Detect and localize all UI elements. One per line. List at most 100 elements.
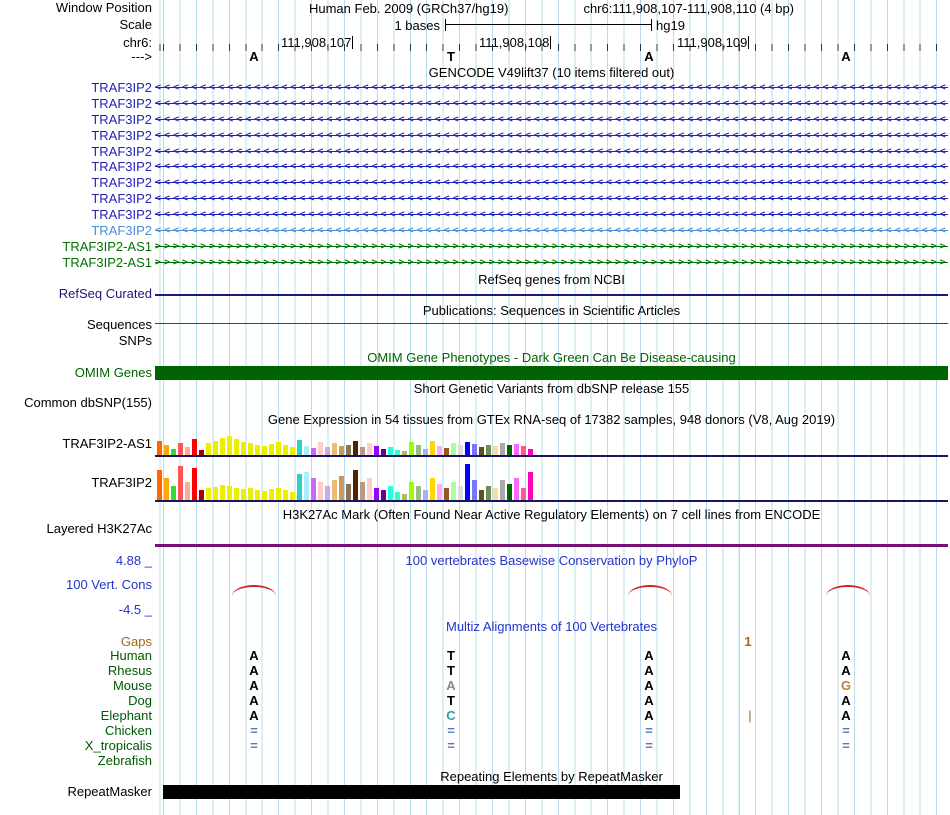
assembly-title: Human Feb. 2009 (GRCh37/hg19) [309,1,508,16]
gtex-track-title: Gene Expression in 54 tissues from GTEx … [155,413,948,427]
track-label-traf3ip2[interactable]: TRAF3IP2 [0,97,152,111]
track-label-traf3ip2[interactable]: TRAF3IP2 [0,81,152,95]
track-label-traf3ip2-as1[interactable]: TRAF3IP2-AS1 [0,256,152,270]
reference-base: A [644,50,653,64]
gencode-track-title: GENCODE V49lift37 (10 items filtered out… [155,66,948,80]
track-label-traf3ip2[interactable]: TRAF3IP2 [0,224,152,238]
gtex-label-traf3ip2-as1[interactable]: TRAF3IP2-AS1 [0,437,152,451]
h3k27ac-track-title: H3K27Ac Mark (Often Found Near Active Re… [155,508,948,522]
align-base: G [841,679,851,693]
reference-base: T [447,50,455,64]
gene-model-traf3ip2[interactable]: <<<<<<<<<<<<<<<<<<<<<<<<<<<<<<<<<<<<<<<<… [155,81,948,95]
gene-model-traf3ip2[interactable]: <<<<<<<<<<<<<<<<<<<<<<<<<<<<<<<<<<<<<<<<… [155,113,948,127]
species-label-rhesus[interactable]: Rhesus [0,664,152,678]
align-base: A [644,649,653,663]
track-label-traf3ip2[interactable]: TRAF3IP2 [0,129,152,143]
gene-model-traf3ip2[interactable]: <<<<<<<<<<<<<<<<<<<<<<<<<<<<<<<<<<<<<<<<… [155,97,948,111]
track-label-traf3ip2[interactable]: TRAF3IP2 [0,113,152,127]
align-base: T [447,649,455,663]
species-label-zebrafish[interactable]: Zebrafish [0,754,152,768]
align-unalignable: = [250,739,258,753]
align-base: A [644,709,653,723]
gene-model-traf3ip2[interactable]: <<<<<<<<<<<<<<<<<<<<<<<<<<<<<<<<<<<<<<<<… [155,129,948,143]
scale-value: 1 bases [388,18,440,33]
refseq-curated-item[interactable] [155,294,948,296]
track-label-refseq-curated[interactable]: RefSeq Curated [0,287,152,301]
align-base: T [447,664,455,678]
window-position-label: Window Position [0,1,152,15]
gap-count: 1 [744,635,751,649]
gene-model-traf3ip2[interactable]: <<<<<<<<<<<<<<<<<<<<<<<<<<<<<<<<<<<<<<<<… [155,145,948,159]
align-base: A [644,694,653,708]
gene-model-traf3ip2[interactable]: <<<<<<<<<<<<<<<<<<<<<<<<<<<<<<<<<<<<<<<<… [155,176,948,190]
ucsc-genome-browser: Window Position Human Feb. 2009 (GRCh37/… [0,0,950,815]
align-unalignable: = [447,739,455,753]
species-label-elephant[interactable]: Elephant [0,709,152,723]
align-base: A [249,649,258,663]
track-label-traf3ip2-as1[interactable]: TRAF3IP2-AS1 [0,240,152,254]
align-base: A [249,709,258,723]
reference-base: A [249,50,258,64]
h3k27ac-signal[interactable] [155,544,948,547]
gtex-bar-chart-traf3ip2[interactable] [157,462,533,500]
track-label-layered-h3k27ac[interactable]: Layered H3K27Ac [0,522,152,536]
align-unalignable: = [447,724,455,738]
align-base: A [841,694,850,708]
track-label-snps[interactable]: SNPs [0,334,152,348]
dbsnp-track-title: Short Genetic Variants from dbSNP releas… [155,382,948,396]
track-label-traf3ip2[interactable]: TRAF3IP2 [0,145,152,159]
gene-model-traf3ip2[interactable]: <<<<<<<<<<<<<<<<<<<<<<<<<<<<<<<<<<<<<<<<… [155,208,948,222]
align-base: T [447,694,455,708]
gene-model-traf3ip2[interactable]: <<<<<<<<<<<<<<<<<<<<<<<<<<<<<<<<<<<<<<<<… [155,160,948,174]
track-label-common-dbsnp[interactable]: Common dbSNP(155) [0,396,152,410]
chrom-label: chr6: [0,36,152,50]
phylop-min-value: -4.5 _ [0,603,152,617]
gene-model-traf3ip2[interactable]: <<<<<<<<<<<<<<<<<<<<<<<<<<<<<<<<<<<<<<<<… [155,192,948,206]
species-label-dog[interactable]: Dog [0,694,152,708]
gtex-label-traf3ip2[interactable]: TRAF3IP2 [0,476,152,490]
omim-gene-item[interactable] [155,366,948,380]
ruler-ticks[interactable] [155,44,948,51]
repeat-element-item[interactable] [163,785,680,799]
track-label-traf3ip2[interactable]: TRAF3IP2 [0,176,152,190]
track-label-omim-genes[interactable]: OMIM Genes [0,366,152,380]
species-label-mouse[interactable]: Mouse [0,679,152,693]
track-label-traf3ip2[interactable]: TRAF3IP2 [0,208,152,222]
species-label-chicken[interactable]: Chicken [0,724,152,738]
reference-base: A [841,50,850,64]
align-base: A [841,664,850,678]
species-label-human[interactable]: Human [0,649,152,663]
multiz-label-gaps[interactable]: Gaps [0,635,152,649]
phylop-max-value: 4.88 _ [0,554,152,568]
track-label-traf3ip2[interactable]: TRAF3IP2 [0,192,152,206]
align-base: A [249,679,258,693]
track-label-sequences[interactable]: Sequences [0,318,152,332]
gene-model-traf3ip2[interactable]: <<<<<<<<<<<<<<<<<<<<<<<<<<<<<<<<<<<<<<<<… [155,224,948,238]
gene-model-traf3ip2-as1[interactable]: >>>>>>>>>>>>>>>>>>>>>>>>>>>>>>>>>>>>>>>>… [155,256,948,270]
scale-assembly: hg19 [656,18,685,33]
phylop-track-title: 100 vertebrates Basewise Conservation by… [155,554,948,568]
publications-track-title: Publications: Sequences in Scientific Ar… [155,304,948,318]
track-label-traf3ip2[interactable]: TRAF3IP2 [0,160,152,174]
align-base: A [841,649,850,663]
align-unalignable: = [645,739,653,753]
align-unalignable: = [842,739,850,753]
strand-direction-label: ---> [0,50,152,64]
multiz-track-title: Multiz Alignments of 100 Vertebrates [155,620,948,634]
refseq-track-title: RefSeq genes from NCBI [155,273,948,287]
scale-label: Scale [0,18,152,32]
gtex-bar-chart-traf3ip2-as1[interactable] [157,431,533,455]
sequences-item[interactable] [155,323,948,324]
align-base: A [644,679,653,693]
species-label-x-tropicalis[interactable]: X_tropicalis [0,739,152,753]
position-range: chr6:111,908,107-111,908,110 (4 bp) [583,1,794,16]
gene-model-traf3ip2-as1[interactable]: >>>>>>>>>>>>>>>>>>>>>>>>>>>>>>>>>>>>>>>>… [155,240,948,254]
track-label-100-vert-cons[interactable]: 100 Vert. Cons [0,578,152,592]
track-label-repeatmasker[interactable]: RepeatMasker [0,785,152,799]
insert-marker: | [748,709,751,723]
browser-title-row: Human Feb. 2009 (GRCh37/hg19) chr6:111,9… [155,1,948,16]
align-unalignable: = [645,724,653,738]
omim-track-title: OMIM Gene Phenotypes - Dark Green Can Be… [155,351,948,365]
align-base: A [841,709,850,723]
gtex-baseline-traf3ip2 [155,500,948,502]
